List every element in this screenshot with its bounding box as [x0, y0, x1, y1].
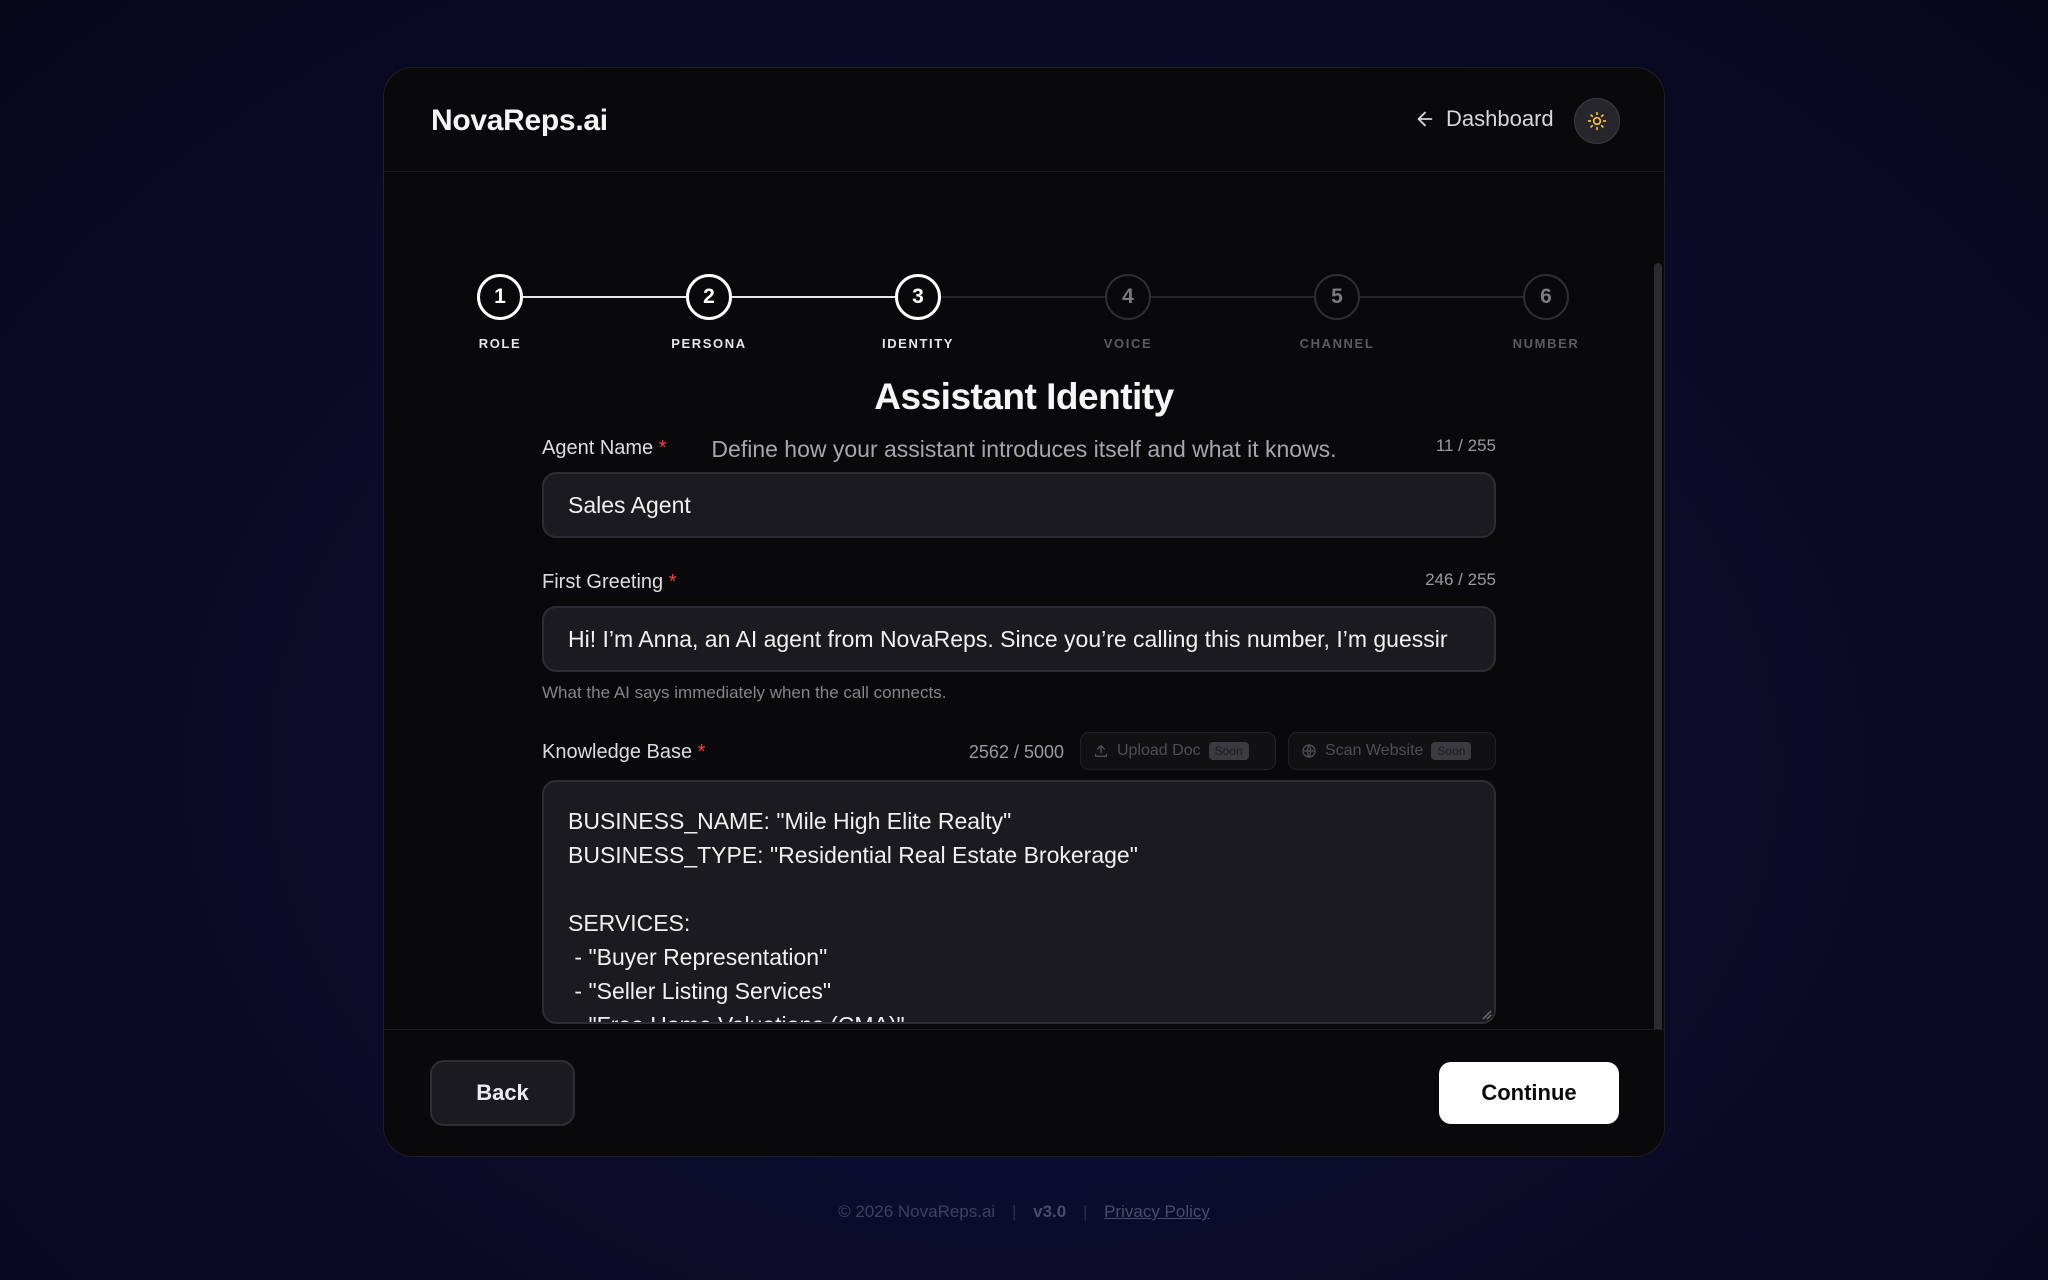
step-number: 5 [1314, 274, 1360, 320]
step-number[interactable]: 6 NUMBER [1446, 274, 1646, 351]
step-label: VOICE [1103, 336, 1153, 351]
step-channel[interactable]: 5 CHANNEL [1237, 274, 1437, 351]
privacy-policy-link[interactable]: Privacy Policy [1104, 1202, 1210, 1221]
step-identity[interactable]: 3 IDENTITY [818, 274, 1018, 351]
first-greeting-counter: 246 / 255 [1425, 570, 1496, 589]
step-number: 4 [1105, 274, 1151, 320]
upload-doc-label: Upload Doc [1117, 742, 1201, 759]
continue-button[interactable]: Continue [1439, 1062, 1619, 1124]
first-greeting-label-text: First Greeting [542, 571, 664, 593]
version-text: v3.0 [1033, 1202, 1067, 1221]
required-marker: * [697, 741, 706, 763]
setup-card: NovaReps.ai Dashboard 1 ROLE 2 PERSONA 3… [383, 67, 1665, 1157]
step-label: CHANNEL [1299, 336, 1375, 351]
step-number: 3 [895, 274, 941, 320]
required-marker: * [668, 571, 677, 593]
required-marker: * [658, 437, 667, 459]
agent-name-label-text: Agent Name [542, 437, 654, 459]
soon-badge: Soon [1431, 742, 1472, 760]
step-role[interactable]: 1 ROLE [400, 274, 600, 351]
upload-doc-button[interactable]: Upload Doc Soon [1080, 732, 1276, 770]
progress-stepper: 1 ROLE 2 PERSONA 3 IDENTITY 4 VOICE 5 CH… [384, 68, 1664, 351]
agent-name-input[interactable]: Sales Agent [542, 472, 1496, 538]
copyright-text: © 2026 NovaReps.ai [838, 1202, 996, 1221]
first-greeting-helper: What the AI says immediately when the ca… [542, 683, 947, 702]
footer-divider: | [1082, 1202, 1088, 1221]
scan-website-button[interactable]: Scan Website Soon [1288, 732, 1496, 770]
step-label: IDENTITY [881, 336, 955, 351]
page-footer: © 2026 NovaReps.ai | v3.0 | Privacy Poli… [0, 1202, 2048, 1222]
step-persona[interactable]: 2 PERSONA [609, 274, 809, 351]
globe-icon [1302, 744, 1316, 758]
page-title: Assistant Identity [874, 376, 1174, 417]
step-number: 2 [686, 274, 732, 320]
soon-badge: Soon [1208, 742, 1249, 760]
resize-handle-icon[interactable] [1480, 1008, 1492, 1020]
scrollbar[interactable] [1654, 263, 1662, 1063]
step-label: PERSONA [671, 336, 747, 351]
agent-name-counter: 11 / 255 [1435, 436, 1496, 455]
footer-divider: | [1011, 1202, 1017, 1221]
step-number: 1 [477, 274, 523, 320]
knowledge-base-label-text: Knowledge Base [542, 741, 693, 763]
step-number: 6 [1523, 274, 1569, 320]
first-greeting-label: First Greeting * [542, 571, 677, 594]
action-bar: Back Continue [384, 1029, 1664, 1156]
step-label: NUMBER [1512, 336, 1580, 351]
step-label: ROLE [478, 336, 522, 351]
step-voice[interactable]: 4 VOICE [1028, 274, 1228, 351]
scan-website-label: Scan Website [1325, 742, 1424, 759]
upload-icon [1095, 745, 1107, 757]
knowledge-base-counter: 2562 / 5000 [968, 742, 1064, 762]
agent-name-label: Agent Name * [542, 437, 667, 460]
first-greeting-input[interactable]: Hi! I’m Anna, an AI agent from NovaReps.… [542, 606, 1496, 672]
back-button[interactable]: Back [430, 1060, 575, 1126]
knowledge-base-label: Knowledge Base * [542, 741, 705, 764]
knowledge-base-textarea[interactable]: BUSINESS_NAME: "Mile High Elite Realty" … [542, 780, 1496, 1024]
